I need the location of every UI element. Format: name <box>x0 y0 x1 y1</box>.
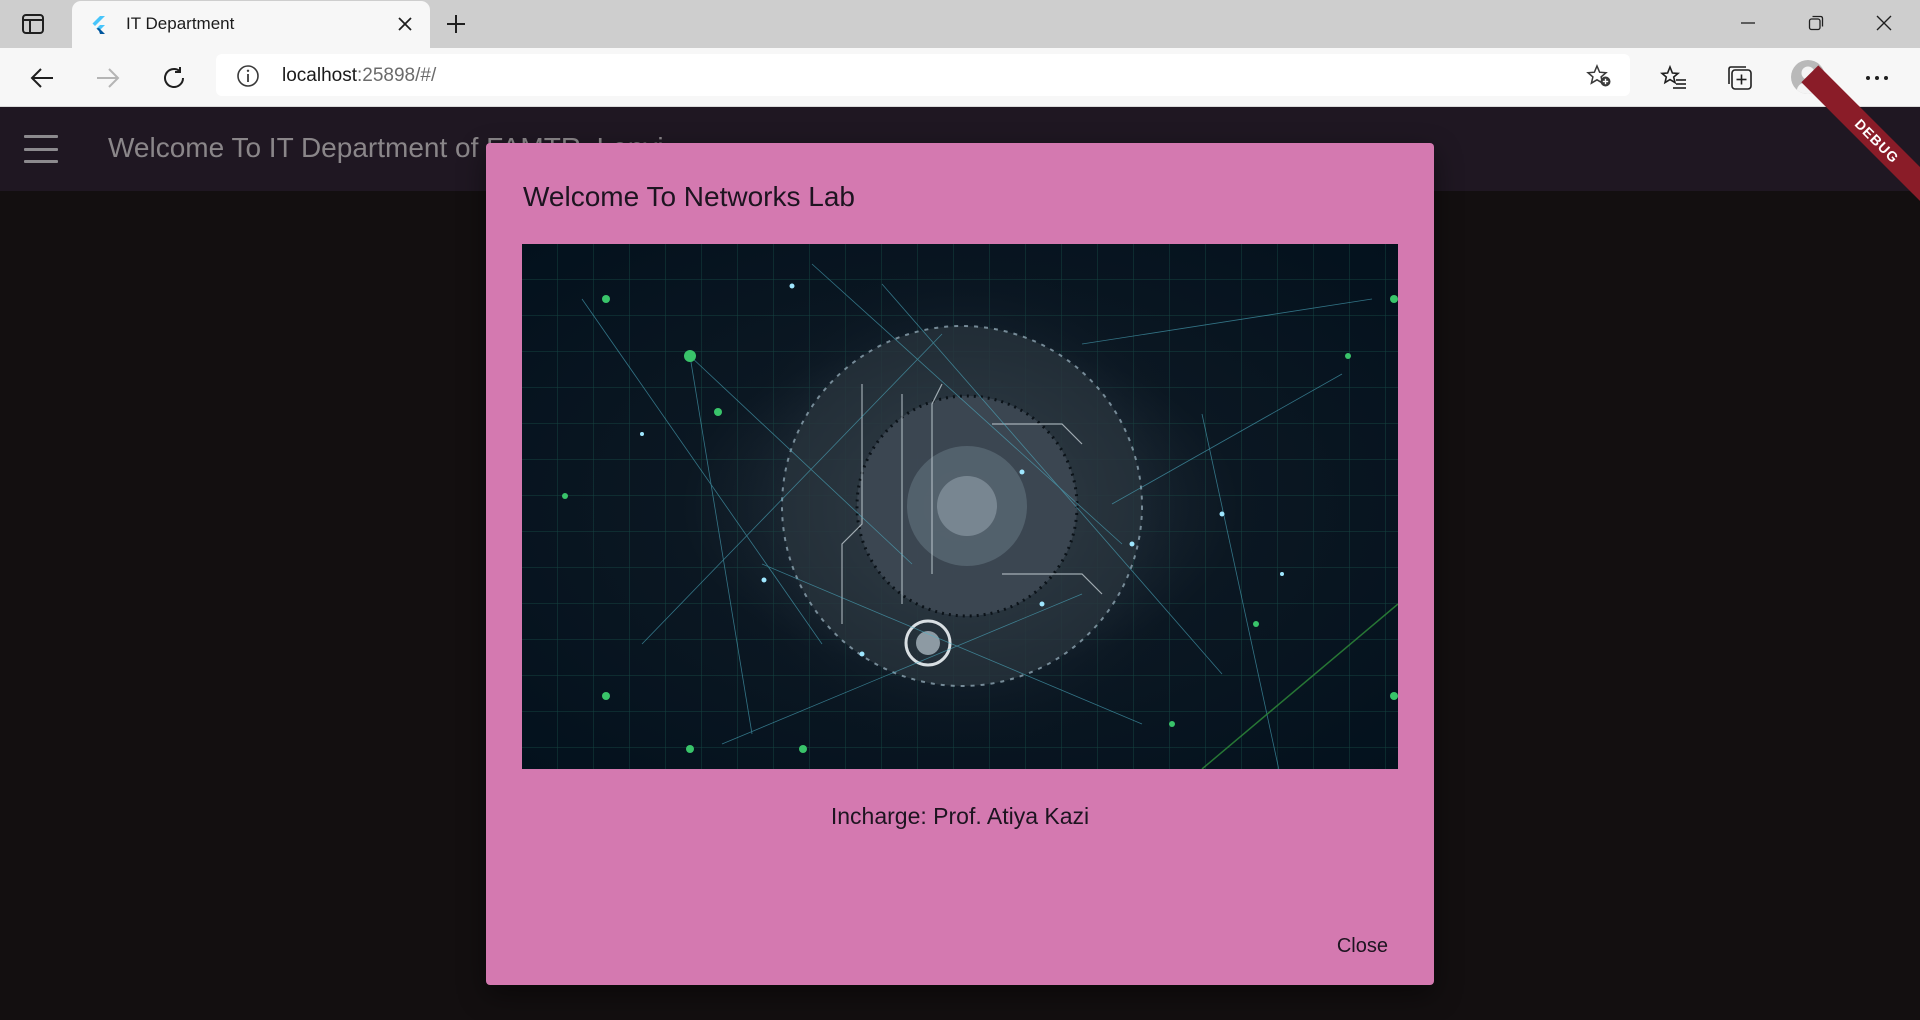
network-globe-image <box>522 244 1398 769</box>
close-icon <box>398 17 412 31</box>
url-text[interactable]: localhost:25898/#/ <box>282 65 436 87</box>
refresh-icon <box>164 67 184 89</box>
browser-tab-strip: IT Department <box>0 0 1920 48</box>
window-close-button[interactable] <box>1850 0 1918 46</box>
add-favorite-icon[interactable] <box>1586 64 1612 88</box>
settings-more-button[interactable] <box>1861 62 1893 94</box>
tab-actions-button[interactable] <box>20 12 46 36</box>
minimize-icon <box>1741 22 1755 24</box>
collections-button[interactable] <box>1724 62 1756 94</box>
favorites-icon <box>1660 65 1686 89</box>
address-bar[interactable]: localhost:25898/#/ <box>216 54 1630 96</box>
collections-icon <box>1728 66 1752 90</box>
lab-incharge-caption: Incharge: Prof. Atiya Kazi <box>830 803 1090 829</box>
dialog-title: Welcome To Networks Lab <box>523 181 855 212</box>
forward-button[interactable] <box>92 62 124 94</box>
arrow-right-icon <box>97 68 120 88</box>
browser-toolbar: localhost:25898/#/ <box>0 48 1920 107</box>
close-button[interactable]: Close <box>1337 935 1388 958</box>
tab-close-button[interactable] <box>394 13 416 35</box>
back-button[interactable] <box>26 62 58 94</box>
more-horizontal-icon <box>1866 76 1888 80</box>
browser-tab-active[interactable]: IT Department <box>72 1 430 48</box>
refresh-button[interactable] <box>158 62 190 94</box>
restore-icon <box>1808 15 1824 31</box>
plus-icon <box>447 15 465 33</box>
app-viewport: Welcome To IT Department of FAMTR, Lonvi… <box>0 65 1920 1020</box>
favorites-button[interactable] <box>1658 62 1690 94</box>
url-host: localhost <box>282 65 357 86</box>
info-icon[interactable] <box>236 64 260 88</box>
lab-dialog: Welcome To Networks Lab Incharge: Prof. … <box>486 143 1434 985</box>
minimize-button[interactable] <box>1714 0 1782 46</box>
restore-button[interactable] <box>1782 0 1850 46</box>
flutter-favicon-icon <box>92 16 105 34</box>
close-icon <box>1876 15 1892 31</box>
tab-title: IT Department <box>126 14 235 33</box>
new-tab-button[interactable] <box>442 10 470 38</box>
url-rest: :25898/#/ <box>357 65 437 86</box>
arrow-left-icon <box>30 68 53 88</box>
tab-actions-icon <box>22 14 44 34</box>
network-illustration <box>522 244 1398 769</box>
